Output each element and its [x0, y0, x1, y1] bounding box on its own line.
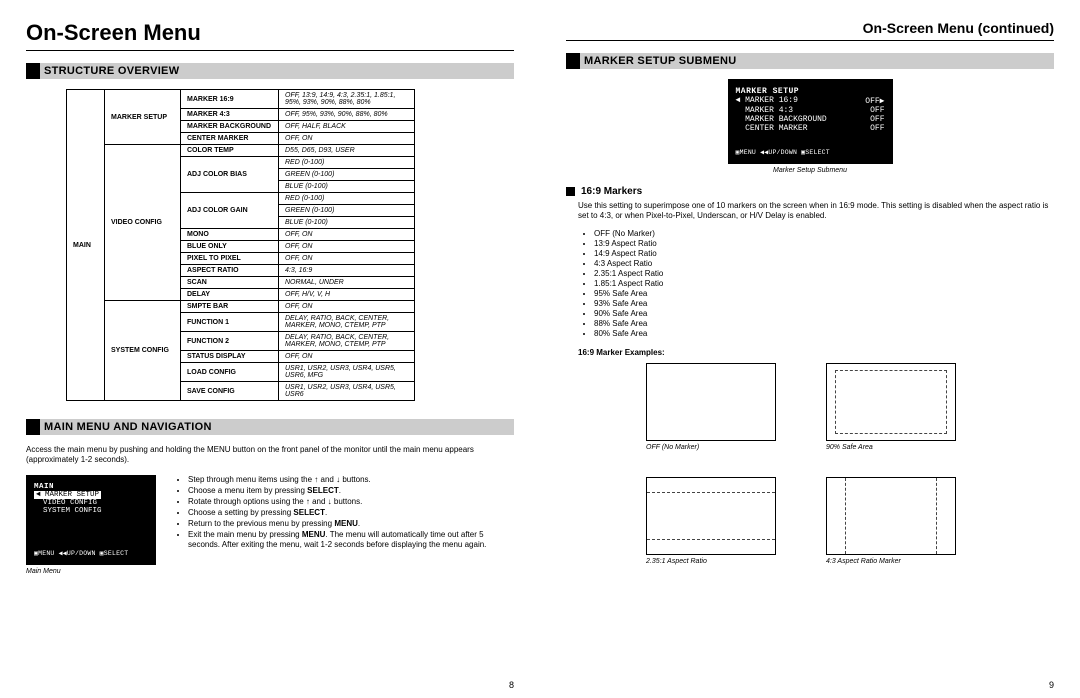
list-item: OFF (No Marker): [594, 229, 1054, 238]
list-item: 13:9 Aspect Ratio: [594, 239, 1054, 248]
subhead-169: 16:9 Markers: [566, 186, 1054, 197]
thumbnail: 2.35:1 Aspect Ratio: [646, 477, 776, 565]
examples-label: 16:9 Marker Examples:: [578, 348, 1054, 357]
nav-bullets: Step through menu items using the ↑ and …: [188, 475, 514, 575]
thumbnail: 90% Safe Area: [826, 363, 956, 451]
list-item: 90% Safe Area: [594, 309, 1054, 318]
osd-marker-wrap: MARKER SETUP ◄ MARKER 16:9OFF▶ MARKER 4:…: [566, 79, 1054, 174]
page-number: 8: [509, 680, 514, 690]
thumbnail-grid: OFF (No Marker) 90% Safe Area 2.35:1 Aspec…: [646, 363, 1054, 565]
page-title: On-Screen Menu (continued): [566, 20, 1054, 41]
list-item: 93% Safe Area: [594, 299, 1054, 308]
osd-main-wrap: MAIN ◄ MARKER SETUP VIDEO CONFIG SYSTEM …: [26, 475, 156, 575]
list-item: 4:3 Aspect Ratio: [594, 259, 1054, 268]
options-list: OFF (No Marker)13:9 Aspect Ratio14:9 Asp…: [594, 229, 1054, 338]
section-nav: MAIN MENU AND NAVIGATION: [26, 419, 514, 435]
thumbnail: 4:3 Aspect Ratio Marker: [826, 477, 956, 565]
osd-caption: Main Menu: [26, 568, 156, 575]
thumbnail: OFF (No Marker): [646, 363, 776, 451]
osd-main-menu: MAIN ◄ MARKER SETUP VIDEO CONFIG SYSTEM …: [26, 475, 156, 565]
subhead-body: Use this setting to superimpose one of 1…: [578, 201, 1054, 221]
osd-marker-menu: MARKER SETUP ◄ MARKER 16:9OFF▶ MARKER 4:…: [728, 79, 893, 164]
structure-table: MAINMARKER SETUPMARKER 16:9OFF, 13:9, 14…: [26, 89, 514, 401]
list-item: 80% Safe Area: [594, 329, 1054, 338]
nav-row: MAIN ◄ MARKER SETUP VIDEO CONFIG SYSTEM …: [26, 475, 514, 575]
list-item: 14:9 Aspect Ratio: [594, 249, 1054, 258]
list-item: 88% Safe Area: [594, 319, 1054, 328]
section-structure: STRUCTURE OVERVIEW: [26, 63, 514, 79]
list-item: Choose a setting by pressing SELECT.: [188, 508, 514, 518]
page-title: On-Screen Menu: [26, 20, 514, 51]
page-left: On-Screen Menu STRUCTURE OVERVIEW MAINMA…: [0, 0, 540, 698]
list-item: Return to the previous menu by pressing …: [188, 519, 514, 529]
list-item: 1.85:1 Aspect Ratio: [594, 279, 1054, 288]
list-item: Step through menu items using the ↑ and …: [188, 475, 514, 485]
list-item: Rotate through options using the ↑ and ↓…: [188, 497, 514, 507]
list-item: 2.35:1 Aspect Ratio: [594, 269, 1054, 278]
list-item: Choose a menu item by pressing SELECT.: [188, 486, 514, 496]
page-number: 9: [1049, 680, 1054, 690]
osd-caption: Marker Setup Submenu: [773, 167, 847, 174]
section-marker: MARKER SETUP SUBMENU: [566, 53, 1054, 69]
list-item: Exit the main menu by pressing MENU. The…: [188, 530, 514, 550]
page-spread: On-Screen Menu STRUCTURE OVERVIEW MAINMA…: [0, 0, 1080, 698]
nav-intro: Access the main menu by pushing and hold…: [26, 445, 514, 465]
list-item: 95% Safe Area: [594, 289, 1054, 298]
page-right: On-Screen Menu (continued) MARKER SETUP …: [540, 0, 1080, 698]
